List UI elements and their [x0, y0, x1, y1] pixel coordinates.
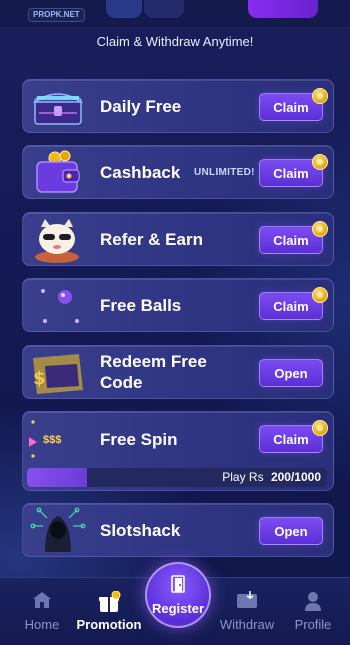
top-action-button[interactable]	[248, 0, 318, 18]
nav-label: Promotion	[76, 617, 142, 632]
home-icon	[32, 591, 52, 614]
card-title: Redeem Free Code	[100, 352, 207, 392]
progress-value: 200/1000	[270, 470, 321, 484]
nav-promotion[interactable]: Promotion	[74, 578, 144, 645]
balls-icon	[29, 283, 87, 329]
treasure-chest-icon	[29, 84, 87, 130]
spin-arrow-icon: $$$	[27, 416, 87, 460]
spin-progress-text: Play Rs 200/1000	[222, 468, 321, 487]
promo-card-redeem-code: $ Redeem Free Code Open	[22, 345, 334, 399]
button-label: Claim	[273, 232, 309, 248]
card-title: Slotshack	[100, 520, 181, 540]
lucky-cat-icon	[29, 217, 87, 263]
card-title: Refer & Earn	[100, 229, 203, 249]
promo-card-slotshack: Slotshack Open	[22, 503, 334, 557]
page-subtitle: Claim & Withdraw Anytime!	[96, 34, 254, 49]
coin-icon	[312, 420, 328, 436]
spin-progress-fill	[27, 468, 87, 487]
card-title: Free Balls	[100, 295, 182, 315]
open-button[interactable]: Open	[259, 517, 323, 545]
svg-text:$: $	[33, 368, 46, 389]
brand-badge: PROPK.NET	[28, 8, 85, 22]
button-label: Claim	[273, 99, 309, 115]
register-button[interactable]: Register	[145, 562, 211, 628]
button-label: Claim	[273, 431, 309, 447]
wallet-icon	[29, 150, 87, 196]
coin-icon	[312, 287, 328, 303]
promo-card-cashback: Cashback UNLIMITED! Claim	[22, 145, 334, 199]
nav-profile[interactable]: Profile	[278, 578, 348, 645]
claim-button[interactable]: Claim	[259, 221, 328, 254]
promo-card-free-spin: $$$ Free Spin Claim Play Rs 200/1000	[22, 411, 334, 491]
gift-icon	[97, 590, 121, 618]
card-title: Cashback	[100, 162, 181, 182]
profile-icon	[304, 591, 322, 616]
top-bar: PROPK.NET	[0, 0, 350, 28]
register-label: Register	[151, 600, 205, 616]
claim-button[interactable]: Claim	[259, 154, 328, 187]
nav-label: Withdraw	[219, 617, 275, 632]
nav-label: Profile	[294, 617, 332, 632]
card-title: Free Spin	[100, 429, 178, 449]
coin-icon	[312, 88, 328, 104]
button-label: Open	[274, 365, 308, 381]
claim-button[interactable]: Claim	[259, 287, 328, 320]
open-button[interactable]: Open	[259, 359, 323, 387]
unlimited-tag: UNLIMITED!	[194, 166, 255, 178]
button-label: Claim	[273, 165, 309, 181]
button-label: Claim	[273, 298, 309, 314]
promo-card-daily-free: Daily Free Claim	[22, 79, 334, 133]
spin-progress-bar: Play Rs 200/1000	[27, 468, 327, 487]
nav-withdraw[interactable]: Withdraw	[212, 578, 282, 645]
spin-money-label: $$$	[43, 434, 62, 446]
coin-icon	[312, 221, 328, 237]
promo-card-free-balls: Free Balls Claim	[22, 278, 334, 332]
withdraw-icon	[236, 591, 258, 614]
progress-prefix: Play Rs	[222, 470, 264, 484]
nav-label: Home	[24, 617, 60, 632]
claim-button[interactable]: Claim	[259, 88, 328, 121]
hacker-icon	[29, 502, 87, 554]
claim-button[interactable]: Claim	[259, 420, 328, 453]
ticket-icon: $	[29, 350, 87, 396]
door-icon	[170, 574, 186, 598]
coin-icon	[312, 154, 328, 170]
share-icon[interactable]	[144, 0, 184, 18]
button-label: Open	[274, 523, 308, 539]
promo-card-refer-earn: Refer & Earn Claim	[22, 212, 334, 266]
nav-home[interactable]: Home	[7, 578, 77, 645]
card-title: Daily Free	[100, 96, 182, 116]
telegram-icon[interactable]	[106, 0, 142, 18]
